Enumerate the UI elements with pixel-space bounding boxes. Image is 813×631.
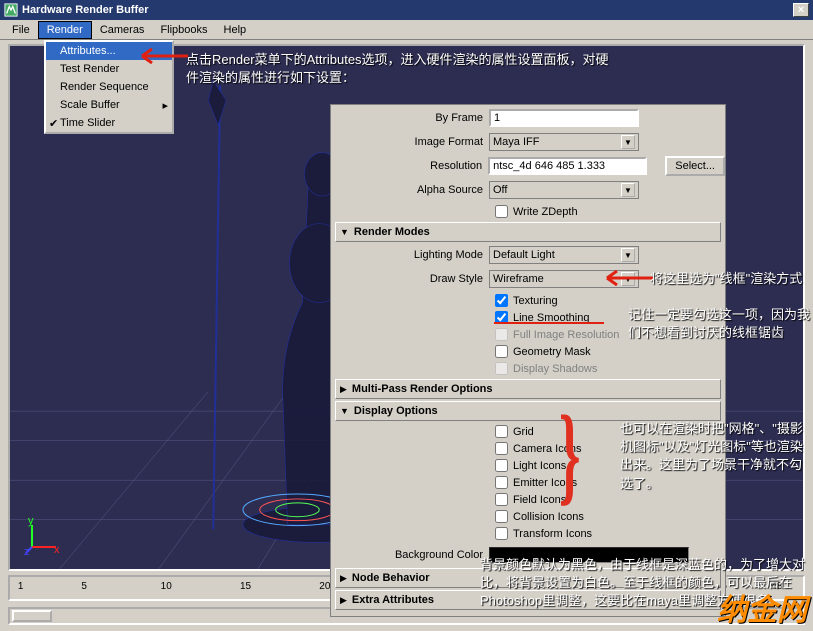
range-slider-handle[interactable] [12,610,52,622]
image-format-label: Image Format [331,136,489,148]
menu-time-slider[interactable]: ✔Time Slider [46,114,172,132]
watermark: 纳金网 [717,585,807,629]
brace-icon: } [559,405,581,504]
write-zdepth-checkbox[interactable] [495,205,508,218]
section-node-behavior[interactable]: ▶Node Behavior [335,568,721,588]
menu-file[interactable]: File [4,22,38,38]
svg-text:x: x [54,544,60,555]
menu-render-sequence[interactable]: Render Sequence [46,78,172,96]
svg-text:z: z [24,546,30,555]
section-display-options[interactable]: ▼Display Options [335,401,721,421]
by-frame-input[interactable] [489,109,639,127]
image-format-select[interactable]: Maya IFF▼ [489,133,639,151]
camera-icons-checkbox[interactable] [495,442,508,455]
axis-gizmo: y x z [24,515,64,555]
menu-flipbooks[interactable]: Flipbooks [152,22,215,38]
by-frame-label: By Frame [331,112,489,124]
menu-help[interactable]: Help [216,22,255,38]
geometry-mask-checkbox[interactable] [495,345,508,358]
window-title: Hardware Render Buffer [22,4,149,16]
alpha-source-label: Alpha Source [331,184,489,196]
svg-text:y: y [28,515,34,527]
collision-icons-checkbox[interactable] [495,510,508,523]
emitter-icons-checkbox[interactable] [495,476,508,489]
resolution-input[interactable] [488,157,647,175]
background-color-swatch[interactable] [489,547,689,563]
field-icons-checkbox[interactable] [495,493,508,506]
close-button[interactable]: × [793,3,809,17]
resolution-select-button[interactable]: Select... [665,156,725,176]
window-titlebar: Hardware Render Buffer × [0,0,813,20]
texturing-checkbox[interactable] [495,294,508,307]
attributes-panel: By Frame Image Format Maya IFF▼ Resoluti… [330,104,726,617]
app-icon [4,3,18,17]
alpha-source-select[interactable]: Off▼ [489,181,639,199]
full-image-res-checkbox [495,328,508,341]
section-extra-attributes[interactable]: ▶Extra Attributes [335,590,721,610]
menu-render[interactable]: Render [38,21,92,39]
display-shadows-checkbox [495,362,508,375]
arrow-icon [595,268,655,288]
transform-icons-checkbox[interactable] [495,527,508,540]
menubar: File Render Cameras Flipbooks Help [0,20,813,40]
lighting-mode-select[interactable]: Default Light▼ [489,246,639,264]
resolution-label: Resolution [331,160,488,172]
menu-scale-buffer[interactable]: Scale Buffer▸ [46,96,172,114]
section-multipass[interactable]: ▶Multi-Pass Render Options [335,379,721,399]
arrow-icon [130,46,190,66]
section-render-modes[interactable]: ▼Render Modes [335,222,721,242]
menu-cameras[interactable]: Cameras [92,22,153,38]
grid-checkbox[interactable] [495,425,508,438]
light-icons-checkbox[interactable] [495,459,508,472]
